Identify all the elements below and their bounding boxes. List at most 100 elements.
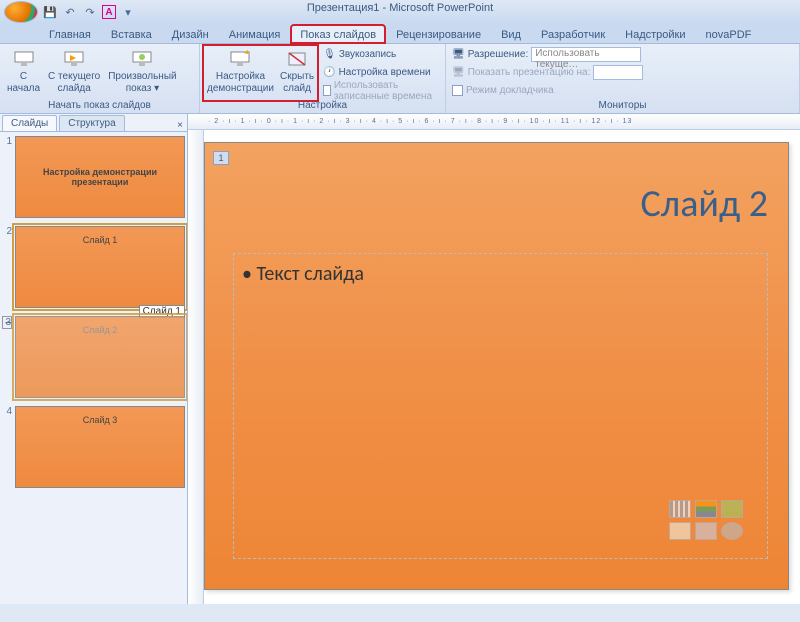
ribbon-group-setup: Настройка демонстрации Скрыть слайд 🎙 Зв… (200, 44, 446, 113)
from-current-label2: слайда (57, 83, 90, 94)
panel-tabs: Слайды Структура × (0, 114, 187, 132)
thumb-title: Слайд 1 (83, 235, 118, 245)
from-beginning-button[interactable]: С начала (4, 46, 43, 100)
redo-icon[interactable]: ↷ (82, 4, 98, 20)
font-color-icon[interactable]: A (102, 5, 116, 19)
editor-body: 1 Слайд 2 Текст слайда (188, 130, 800, 604)
panel-close-icon[interactable]: × (177, 120, 183, 131)
slide-canvas-area[interactable]: 1 Слайд 2 Текст слайда (204, 130, 800, 604)
from-beginning-label1: С (20, 71, 27, 82)
chart-icon[interactable] (695, 500, 717, 518)
ribbon-tabs: Главная Вставка Дизайн Анимация Показ сл… (0, 24, 800, 44)
tab-animation[interactable]: Анимация (220, 25, 290, 43)
presenter-view-checkbox[interactable]: Режим докладчика (450, 82, 795, 99)
presenter-label: Режим докладчика (466, 85, 554, 96)
table-icon[interactable] (669, 500, 691, 518)
show-on-row: 🖥 Показать презентацию на: (450, 64, 795, 81)
workspace: Слайды Структура × 1 Настройка демонстра… (0, 114, 800, 604)
hide-label1: Скрыть (280, 71, 314, 82)
thumb-row[interactable]: 3 Слайд 2 (2, 316, 185, 398)
slide-canvas[interactable]: 1 Слайд 2 Текст слайда (204, 142, 789, 590)
setup-icon (228, 48, 252, 70)
hide-label2: слайд (283, 83, 311, 94)
hide-slide-icon (285, 48, 309, 70)
from-beginning-label2: начала (7, 83, 40, 94)
vertical-ruler (188, 130, 204, 604)
thumb-row[interactable]: 4 Слайд 3 (2, 406, 185, 488)
tab-review[interactable]: Рецензирование (387, 25, 490, 43)
tab-home[interactable]: Главная (40, 25, 100, 43)
setup-label2: демонстрации (207, 83, 274, 94)
microphone-icon: 🎙 (323, 49, 336, 60)
clock-icon: 🕐 (323, 67, 335, 78)
tab-slideshow[interactable]: Показ слайдов (291, 25, 385, 43)
qat-more-icon[interactable]: ▾ (120, 4, 136, 20)
tab-design[interactable]: Дизайн (163, 25, 218, 43)
custom-slideshow-button[interactable]: Произвольный показ ▾ (105, 46, 179, 100)
show-on-dropdown[interactable] (593, 65, 643, 80)
rehearse-timings-button[interactable]: 🕐 Настройка времени (321, 64, 441, 81)
editor-area: · 2 · ı · 1 · ı · 0 · ı · 1 · ı · 2 · ı … (188, 114, 800, 604)
undo-icon[interactable]: ↶ (62, 4, 78, 20)
checkbox-icon (323, 85, 331, 96)
thumb-title: Слайд 2 (83, 325, 118, 335)
resolution-row: 🖥 Разрешение: Использовать текуще… (450, 46, 795, 63)
tab-slides-panel[interactable]: Слайды (2, 115, 57, 131)
ribbon-group-start: С начала С текущего слайда Произвольный … (0, 44, 200, 113)
slide-thumbnail[interactable]: Настройка демонстрации презентации (15, 136, 185, 218)
clipart-icon[interactable] (695, 522, 717, 540)
horizontal-ruler: · 2 · ı · 1 · ı · 0 · ı · 1 · ı · 2 · ı … (188, 114, 800, 130)
rehearse-label: Настройка времени (339, 67, 431, 78)
tab-addins[interactable]: Надстройки (616, 25, 694, 43)
tab-view[interactable]: Вид (492, 25, 530, 43)
ribbon-body: С начала С текущего слайда Произвольный … (0, 44, 800, 114)
setup-slideshow-button[interactable]: Настройка демонстрации (204, 46, 277, 100)
thumb-row[interactable]: 2 Слайд 1 Слайд 1 (2, 226, 185, 308)
record-narration-button[interactable]: 🎙 Звукозапись (321, 46, 441, 63)
slide-thumbnail[interactable]: Слайд 3 (15, 406, 185, 488)
picture-icon[interactable] (669, 522, 691, 540)
quick-access-toolbar: 💾 ↶ ↷ A ▾ Презентация1 - Microsoft Power… (0, 0, 800, 24)
custom-label2: показ ▾ (126, 83, 159, 94)
tab-outline-panel[interactable]: Структура (59, 115, 124, 131)
slide-thumbnail-hidden[interactable]: Слайд 2 (15, 316, 185, 398)
thumb-number: 1 (2, 136, 12, 147)
use-timings-checkbox[interactable]: Использовать записанные времена (321, 82, 441, 99)
smartart-icon[interactable] (721, 500, 743, 518)
ribbon-group-setup-label: Настройка (204, 100, 441, 111)
window-title: Презентация1 - Microsoft PowerPoint (307, 2, 493, 14)
slides-panel: Слайды Структура × 1 Настройка демонстра… (0, 114, 188, 604)
hide-slide-button[interactable]: Скрыть слайд (277, 46, 317, 100)
media-icon[interactable] (721, 522, 743, 540)
setup-label1: Настройка (216, 71, 265, 82)
show-on-label: Показать презентацию на: (468, 67, 591, 78)
record-label: Звукозапись (339, 49, 396, 60)
save-icon[interactable]: 💾 (42, 4, 58, 20)
from-current-button[interactable]: С текущего слайда (45, 46, 103, 100)
checkbox-icon (452, 85, 463, 96)
tab-developer[interactable]: Разработчик (532, 25, 614, 43)
thumb-title2: презентации (72, 177, 129, 187)
thumb-row[interactable]: 1 Настройка демонстрации презентации (2, 136, 185, 218)
thumb-number-hidden: 3 (2, 316, 12, 329)
projector-play-icon (62, 48, 86, 70)
slide-body-text: Текст слайда (256, 262, 363, 286)
slide-title[interactable]: Слайд 2 (641, 181, 768, 227)
slide-body[interactable]: Текст слайда (233, 253, 768, 559)
projector-custom-icon (130, 48, 154, 70)
office-button[interactable] (4, 1, 38, 23)
thumb-title: Слайд 3 (83, 415, 118, 425)
thumbnail-list: 1 Настройка демонстрации презентации 2 С… (0, 132, 187, 604)
thumb-number: 4 (2, 406, 12, 417)
slide-number-badge: 1 (213, 151, 229, 165)
ribbon-group-start-label: Начать показ слайдов (4, 100, 195, 111)
monitor2-icon: 🖥 (452, 67, 465, 78)
resolution-dropdown[interactable]: Использовать текуще… (531, 47, 641, 62)
custom-label1: Произвольный (108, 71, 176, 82)
content-placeholder-icons[interactable] (669, 500, 743, 540)
tab-insert[interactable]: Вставка (102, 25, 161, 43)
tab-novapdf[interactable]: novaPDF (697, 25, 761, 43)
use-timings-label: Использовать записанные времена (334, 80, 439, 102)
monitor-icon: 🖥 (452, 49, 465, 60)
slide-thumbnail[interactable]: Слайд 1 (15, 226, 185, 308)
